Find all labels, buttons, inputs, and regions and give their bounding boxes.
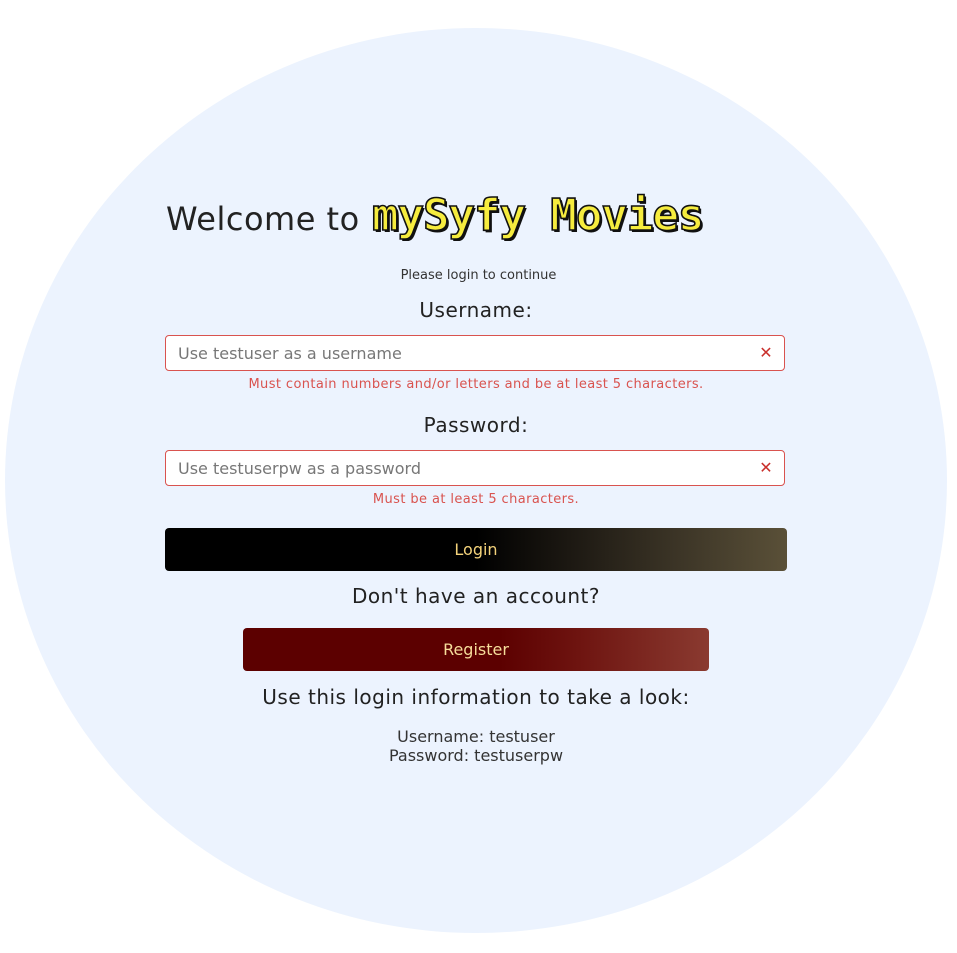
password-field-wrapper: ✕	[165, 450, 785, 486]
username-label: Username:	[419, 298, 533, 322]
password-invalid-icon: ✕	[759, 458, 773, 477]
username-input[interactable]	[166, 336, 738, 370]
login-page: Welcome to mySyfy Movies Please login to…	[0, 0, 957, 953]
login-button[interactable]: Login	[165, 528, 787, 571]
welcome-heading: Welcome to	[166, 200, 360, 238]
username-error: Must contain numbers and/or letters and …	[248, 377, 704, 392]
demo-password-line: Password: testuserpw	[388, 746, 564, 765]
brand-logo: mySyfy Movies	[371, 189, 705, 242]
register-button[interactable]: Register	[243, 628, 709, 671]
username-field-wrapper: ✕	[165, 335, 785, 371]
password-label: Password:	[423, 413, 529, 437]
username-invalid-icon: ✕	[759, 343, 773, 362]
demo-info-heading: Use this login information to take a loo…	[262, 685, 690, 709]
no-account-prompt: Don't have an account?	[351, 584, 601, 608]
demo-username-line: Username: testuser	[397, 727, 555, 746]
login-subtitle: Please login to continue	[400, 268, 557, 283]
password-error: Must be at least 5 characters.	[372, 492, 580, 507]
password-input[interactable]	[166, 451, 738, 485]
